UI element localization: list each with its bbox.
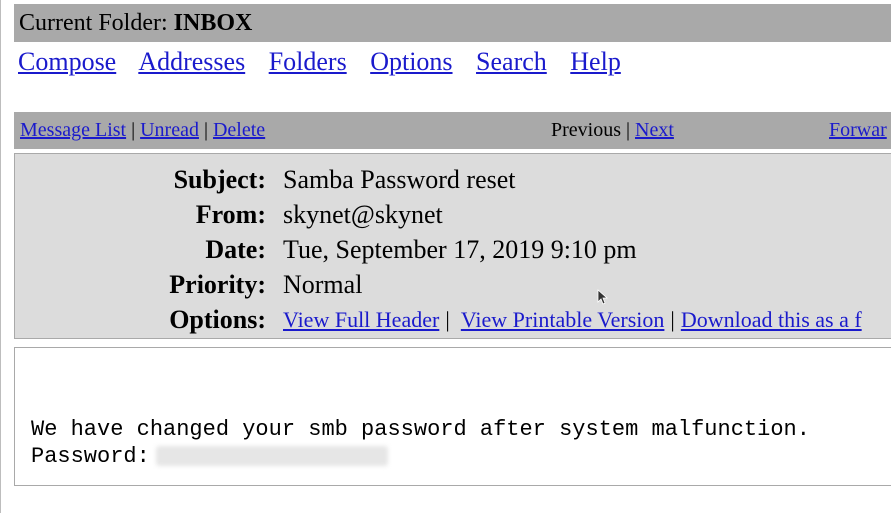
separator: | — [131, 119, 136, 141]
mouse-pointer-icon — [597, 289, 609, 305]
forward-nav: Forwar — [829, 112, 887, 149]
next-link[interactable]: Next — [635, 119, 674, 141]
date-row: Date: Tue, September 17, 2019 9:10 pm — [15, 233, 891, 267]
from-row: From: skynet@skynet — [15, 198, 891, 232]
subject-value: Samba Password reset — [283, 165, 516, 194]
from-value: skynet@skynet — [283, 200, 443, 229]
subject-row: Subject: Samba Password reset — [15, 163, 891, 197]
password-label: Password: — [31, 444, 150, 469]
options-links: View Full Header | View Printable Version… — [283, 303, 862, 337]
compose-link[interactable]: Compose — [18, 47, 116, 76]
help-link[interactable]: Help — [570, 47, 621, 76]
previous-label: Previous — [551, 119, 621, 141]
prev-next-nav: Previous | Next — [551, 112, 674, 149]
window-left-border — [0, 0, 1, 513]
message-nav-bar: Message List | Unread | Delete Previous … — [14, 112, 891, 149]
addresses-link[interactable]: Addresses — [138, 47, 245, 76]
search-link[interactable]: Search — [476, 47, 547, 76]
separator: | — [670, 307, 675, 332]
current-folder-label: Current Folder: — [19, 10, 168, 36]
message-header: Subject: Samba Password reset From: skyn… — [14, 153, 891, 339]
main-menu: Compose Addresses Folders Options Search… — [18, 45, 638, 79]
current-folder-bar: Current Folder: INBOX — [14, 4, 891, 42]
folders-link[interactable]: Folders — [269, 47, 347, 76]
current-folder-name: INBOX — [173, 10, 253, 36]
separator: | — [626, 119, 631, 141]
separator: | — [445, 307, 450, 332]
from-label: From: — [195, 200, 266, 229]
message-line: We have changed your smb password after … — [31, 417, 810, 442]
message-actions: Message List | Unread | Delete — [20, 112, 265, 149]
view-full-header-link[interactable]: View Full Header — [283, 307, 439, 332]
subject-label: Subject: — [173, 165, 266, 194]
view-printable-link[interactable]: View Printable Version — [461, 307, 665, 332]
priority-value: Normal — [283, 270, 363, 299]
separator: | — [203, 119, 208, 141]
unread-link[interactable]: Unread — [140, 119, 199, 141]
download-link[interactable]: Download this as a f — [681, 307, 862, 332]
date-label: Date: — [205, 235, 266, 264]
priority-label: Priority: — [169, 270, 266, 299]
forward-link[interactable]: Forwar — [829, 119, 887, 141]
redacted-password — [155, 446, 388, 467]
message-text: We have changed your smb password after … — [31, 416, 810, 470]
options-link[interactable]: Options — [370, 47, 452, 76]
options-label: Options: — [169, 305, 266, 334]
priority-row: Priority: Normal — [15, 268, 891, 302]
date-value: Tue, September 17, 2019 9:10 pm — [283, 235, 637, 264]
message-list-link[interactable]: Message List — [20, 119, 126, 141]
message-body: We have changed your smb password after … — [14, 347, 891, 486]
delete-link[interactable]: Delete — [213, 119, 265, 141]
options-row: Options: View Full Header | View Printabl… — [15, 303, 891, 337]
